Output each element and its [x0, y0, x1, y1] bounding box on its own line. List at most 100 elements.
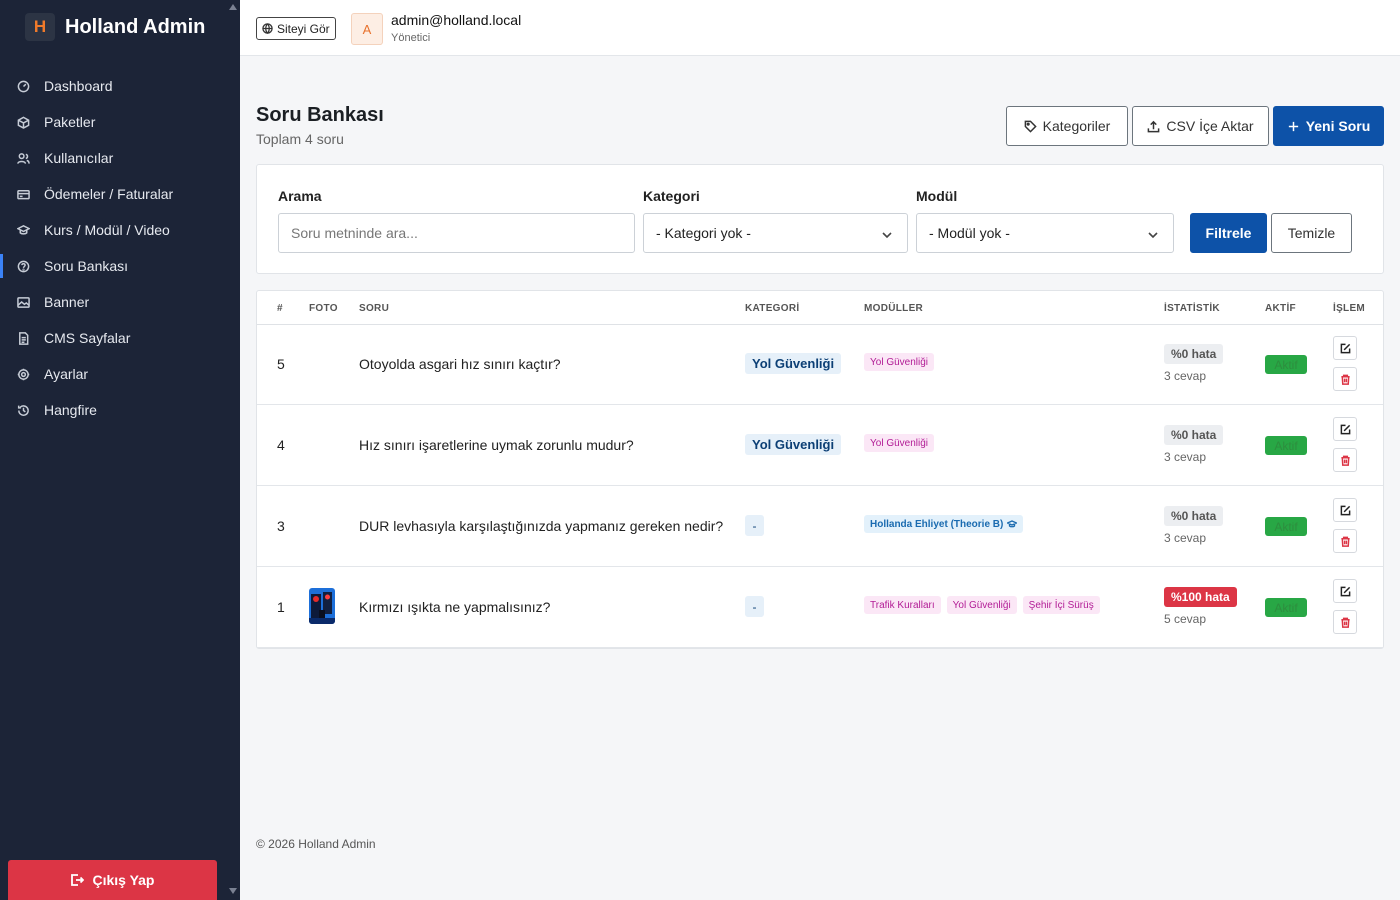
edit-button[interactable] [1333, 498, 1357, 522]
sidebar-scroll-up-arrow[interactable] [229, 4, 237, 10]
table-row[interactable]: 3 DUR levhasıyla karşılaştığınızda yapma… [257, 486, 1383, 567]
category-select[interactable]: - Kategori yok - [643, 213, 908, 253]
sidebar-scroll-down-arrow[interactable] [229, 888, 237, 894]
tag-icon [1024, 120, 1037, 133]
search-label: Arama [278, 188, 322, 204]
table-row[interactable]: 1 Kırmızı ışıkta ne yapmalısınız? - Traf… [257, 567, 1383, 648]
row-id: 1 [277, 599, 285, 615]
module-badge: Trafik Kuralları [864, 596, 941, 614]
module-badge: Şehir İçi Sürüş [1022, 596, 1100, 614]
module-badge: Yol Güvenliği [864, 434, 935, 452]
page-title: Soru Bankası [256, 104, 384, 126]
trash-icon [1340, 455, 1350, 466]
delete-button[interactable] [1333, 529, 1357, 553]
active-status-badge[interactable]: Aktif [1265, 436, 1307, 455]
traffic-light-photo [309, 588, 335, 624]
column-header-photo: FOTO [309, 303, 338, 314]
table-row[interactable]: 4 Hız sınırı işaretlerine uymak zorunlu … [257, 405, 1383, 486]
new-question-button-label: Yeni Soru [1305, 118, 1371, 134]
filter-button[interactable]: Filtrele [1190, 213, 1267, 253]
edit-button[interactable] [1333, 579, 1357, 603]
row-id: 4 [277, 437, 285, 453]
modules-list: Yol Güvenliği [864, 353, 935, 371]
question-photo[interactable] [309, 588, 335, 624]
csv-import-button-label: CSV İçe Aktar [1166, 118, 1254, 134]
view-site-button[interactable]: Siteyi Gör [256, 17, 336, 40]
clear-button[interactable]: Temizle [1271, 213, 1352, 253]
sidebar-item-paketler[interactable]: Paketler [0, 104, 240, 140]
search-input[interactable] [278, 213, 635, 253]
categories-button-label: Kategoriler [1042, 118, 1111, 134]
sidebar-item-hangfire[interactable]: Hangfire [0, 392, 240, 428]
brand-name: Holland Admin [65, 15, 206, 38]
new-question-button[interactable]: Yeni Soru [1273, 106, 1384, 146]
modules-list: Trafik Kuralları Yol Güvenliği Şehir İçi… [864, 596, 1100, 614]
chevron-down-icon [1147, 228, 1159, 244]
sidebar-nav: Dashboard Paketler Kullanıcılar Ödemeler… [0, 68, 240, 428]
file-text-icon [16, 331, 30, 345]
category-select-value: - Kategori yok - [656, 225, 751, 241]
active-status-badge[interactable]: Aktif [1265, 355, 1307, 374]
sidebar-item-ayarlar[interactable]: Ayarlar [0, 356, 240, 392]
sidebar-item-label: Dashboard [44, 78, 113, 94]
plus-icon [1288, 121, 1298, 131]
sidebar-item-label: Ayarlar [44, 366, 89, 382]
sidebar-item-label: Hangfire [44, 402, 97, 418]
module-badge: Hollanda Ehliyet (Theorie B) [864, 515, 1024, 533]
delete-button[interactable] [1333, 610, 1357, 634]
category-label: Kategori [643, 188, 700, 204]
sidebar-item-banner[interactable]: Banner [0, 284, 240, 320]
category-badge: - [745, 596, 764, 617]
box-icon [16, 115, 30, 129]
chevron-down-icon [881, 228, 893, 244]
column-header-id: # [277, 303, 283, 314]
csv-import-button[interactable]: CSV İçe Aktar [1132, 106, 1269, 146]
table-row[interactable]: 5 Otoyolda asgari hız sınırı kaçtır? Yol… [257, 324, 1383, 405]
delete-button[interactable] [1333, 448, 1357, 472]
categories-button[interactable]: Kategoriler [1006, 106, 1128, 146]
logout-button[interactable]: Çıkış Yap [8, 860, 217, 900]
error-rate-badge: %0 hata [1164, 425, 1224, 445]
sidebar-item-kurs[interactable]: Kurs / Modül / Video [0, 212, 240, 248]
sidebar-item-odemeler[interactable]: Ödemeler / Faturalar [0, 176, 240, 212]
row-question: Kırmızı ışıkta ne yapmalısınız? [359, 599, 551, 615]
answer-count: 3 cevap [1164, 531, 1207, 545]
brand-logo: H [25, 13, 55, 41]
row-question: DUR levhasıyla karşılaştığınızda yapmanı… [359, 518, 724, 534]
sidebar-item-label: Kullanıcılar [44, 150, 114, 166]
logout-label: Çıkış Yap [92, 872, 155, 888]
category-badge: - [745, 515, 764, 536]
delete-button[interactable] [1333, 367, 1357, 391]
sidebar-item-label: Banner [44, 294, 90, 310]
footer: © 2026 Holland Admin [256, 837, 376, 851]
column-header-question: SORU [359, 303, 390, 314]
edit-button[interactable] [1333, 417, 1357, 441]
sidebar-item-label: Soru Bankası [44, 258, 129, 274]
module-select[interactable]: - Modül yok - [916, 213, 1174, 253]
sidebar-item-kullanicilar[interactable]: Kullanıcılar [0, 140, 240, 176]
modules-list: Yol Güvenliği [864, 434, 935, 452]
dashboard-icon [16, 79, 30, 93]
edit-icon [1340, 586, 1350, 596]
sidebar-item-dashboard[interactable]: Dashboard [0, 68, 240, 104]
view-site-label: Siteyi Gör [277, 21, 330, 36]
active-status-badge[interactable]: Aktif [1265, 598, 1307, 617]
avatar[interactable]: A [351, 13, 383, 45]
sidebar-item-cms[interactable]: CMS Sayfalar [0, 320, 240, 356]
history-icon [16, 403, 30, 417]
column-header-modules: MODÜLLER [864, 303, 924, 314]
brand[interactable]: H Holland Admin [0, 0, 240, 54]
answer-count: 5 cevap [1164, 612, 1207, 626]
error-rate-badge: %0 hata [1164, 344, 1224, 364]
trash-icon [1340, 374, 1350, 385]
graduation-cap-icon [16, 223, 30, 237]
active-status-badge[interactable]: Aktif [1265, 517, 1307, 536]
row-id: 3 [277, 518, 285, 534]
module-select-value: - Modül yok - [929, 225, 1010, 241]
gear-icon [16, 367, 30, 381]
edit-button[interactable] [1333, 336, 1357, 360]
edit-icon [1340, 343, 1350, 353]
trash-icon [1340, 536, 1350, 547]
sidebar-item-soru-bankasi[interactable]: Soru Bankası [0, 248, 240, 284]
module-badge: Yol Güvenliği [946, 596, 1017, 614]
